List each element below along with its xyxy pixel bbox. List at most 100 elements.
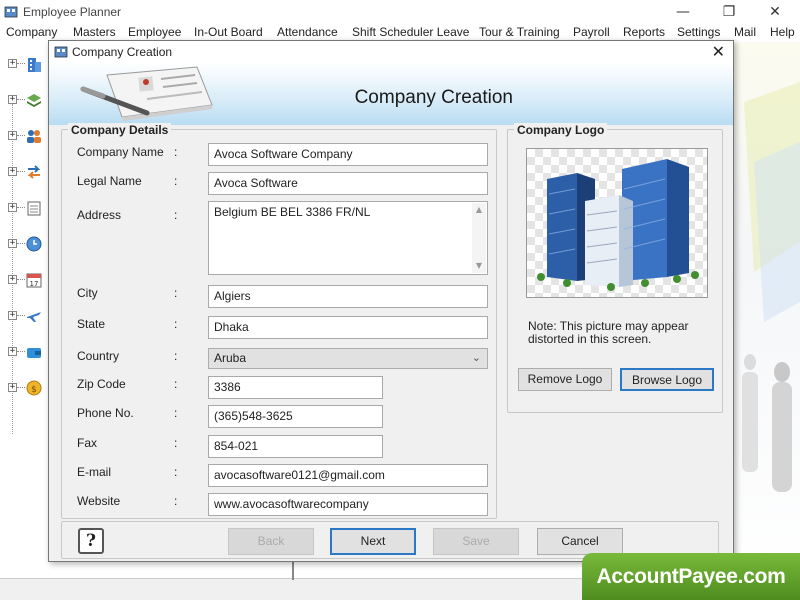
tree-node-shift[interactable]: + [8, 234, 44, 254]
menu-settings[interactable]: Settings [677, 25, 720, 39]
expand-icon[interactable]: + [8, 311, 17, 320]
menu-shift-scheduler-leave[interactable]: Shift Scheduler Leave [352, 25, 469, 39]
state-field[interactable]: Dhaka [208, 316, 488, 339]
help-button[interactable]: ? [78, 528, 104, 554]
expand-icon[interactable]: + [8, 203, 17, 212]
phone-field[interactable]: (365)548-3625 [208, 405, 383, 428]
header-title: Company Creation [354, 87, 513, 108]
tree-node-reports[interactable]: + $ [8, 378, 44, 398]
country-select[interactable]: Aruba ⌄ [208, 348, 488, 369]
zip-label: Zip Code [77, 377, 126, 391]
colon: : [174, 377, 178, 391]
expand-icon[interactable]: + [8, 59, 17, 68]
menu-in-out-board[interactable]: In-Out Board [194, 25, 263, 39]
city-label: City [77, 286, 98, 300]
tree-node-tour[interactable]: + [8, 306, 44, 326]
address-text: Belgium BE BEL 3386 FR/NL [214, 205, 371, 219]
dialog-app-icon [54, 46, 68, 58]
company-name-field[interactable]: Avoca Software Company [208, 143, 488, 166]
back-button[interactable]: Back [228, 528, 314, 555]
menu-company[interactable]: Company [6, 25, 57, 39]
status-bar [0, 578, 590, 600]
tree-node-leave[interactable]: + 17 [8, 270, 44, 290]
menu-employee[interactable]: Employee [128, 25, 181, 39]
address-field[interactable]: Belgium BE BEL 3386 FR/NL ▲ ▼ [208, 201, 488, 275]
country-label: Country [77, 349, 120, 363]
menu-tour-training[interactable]: Tour & Training [479, 25, 560, 39]
maximize-button[interactable]: ❐ [714, 2, 744, 22]
airplane-icon [27, 312, 41, 322]
cancel-button[interactable]: Cancel [537, 528, 623, 555]
tree-node-payroll[interactable]: + [8, 342, 44, 362]
colon: : [174, 286, 178, 300]
address-scrollbar[interactable]: ▲ ▼ [472, 203, 486, 273]
website-field[interactable]: www.avocasoftwarecompany [208, 493, 488, 516]
calendar-list-icon [27, 201, 41, 216]
coin-icon: $ [26, 380, 42, 396]
email-field[interactable]: avocasoftware0121@gmail.com [208, 464, 488, 487]
company-details-title: Company Details [68, 123, 172, 137]
scroll-up-icon[interactable]: ▲ [472, 203, 486, 217]
close-app-button[interactable]: ✕ [760, 2, 790, 22]
save-button[interactable]: Save [433, 528, 519, 555]
people-icon [27, 130, 41, 143]
navigation-tree: + + + + + + + 17 + + + $ [0, 42, 48, 582]
company-logo-title: Company Logo [514, 123, 608, 137]
next-button[interactable]: Next [330, 528, 416, 555]
colon: : [174, 174, 178, 188]
scroll-down-icon[interactable]: ▼ [472, 259, 486, 273]
dialog-close-button[interactable]: ✕ [712, 42, 725, 61]
menu-mail[interactable]: Mail [734, 25, 756, 39]
legal-name-field[interactable]: Avoca Software [208, 172, 488, 195]
calendar-17-icon: 17 [26, 273, 42, 288]
state-label: State [77, 317, 106, 331]
menu-payroll[interactable]: Payroll [573, 25, 610, 39]
remove-logo-button[interactable]: Remove Logo [518, 368, 612, 391]
company-logo-group: Company Logo Note: This picture may appe… [507, 123, 723, 413]
tree-node-company[interactable]: + [8, 54, 44, 74]
minimize-button[interactable]: — [668, 2, 698, 22]
app-title: Employee Planner [23, 5, 122, 19]
expand-icon[interactable]: + [8, 131, 17, 140]
legal-name-label: Legal Name [77, 174, 142, 188]
expand-icon[interactable]: + [8, 383, 17, 392]
background-decoration [734, 42, 800, 582]
tree-node-employee[interactable]: + [8, 126, 44, 146]
dialog-titlebar: Company Creation ✕ [49, 41, 733, 63]
chevron-down-icon: ⌄ [471, 351, 481, 364]
fax-label: Fax [77, 436, 98, 450]
tree-node-in-out-board[interactable]: + [8, 162, 44, 182]
menu-attendance[interactable]: Attendance [277, 25, 338, 39]
building-icon [28, 58, 41, 72]
company-details-group: Company Details Company Name : Avoca Sof… [61, 123, 497, 519]
tree-node-masters[interactable]: + [8, 90, 44, 110]
company-creation-dialog: Company Creation ✕ Company Creation Comp… [48, 40, 734, 562]
colon: : [174, 349, 178, 363]
colon: : [174, 465, 178, 479]
background-art [742, 82, 800, 492]
expand-icon[interactable]: + [8, 275, 17, 284]
clock-icon [26, 236, 42, 252]
colon: : [174, 208, 178, 222]
tree-node-attendance[interactable]: + [8, 198, 44, 218]
dialog-header-banner: Company Creation [49, 63, 733, 125]
colon: : [174, 406, 178, 420]
zip-field[interactable]: 3386 [208, 376, 383, 399]
city-field[interactable]: Algiers [208, 285, 488, 308]
menu-masters[interactable]: Masters [73, 25, 116, 39]
country-selected-value: Aruba [214, 351, 247, 365]
transfer-icon [27, 165, 41, 179]
email-label: E-mail [77, 465, 112, 479]
office-buildings-image [537, 159, 699, 291]
menu-reports[interactable]: Reports [623, 25, 665, 39]
expand-icon[interactable]: + [8, 347, 17, 356]
expand-icon[interactable]: + [8, 239, 17, 248]
expand-icon[interactable]: + [8, 167, 17, 176]
app-logo-icon [4, 6, 18, 18]
app-titlebar: Employee Planner — ❐ ✕ [0, 0, 800, 24]
browse-logo-button[interactable]: Browse Logo [620, 368, 714, 391]
menu-help[interactable]: Help [770, 25, 795, 39]
wallet-icon [27, 348, 41, 358]
expand-icon[interactable]: + [8, 95, 17, 104]
fax-field[interactable]: 854-021 [208, 435, 383, 458]
